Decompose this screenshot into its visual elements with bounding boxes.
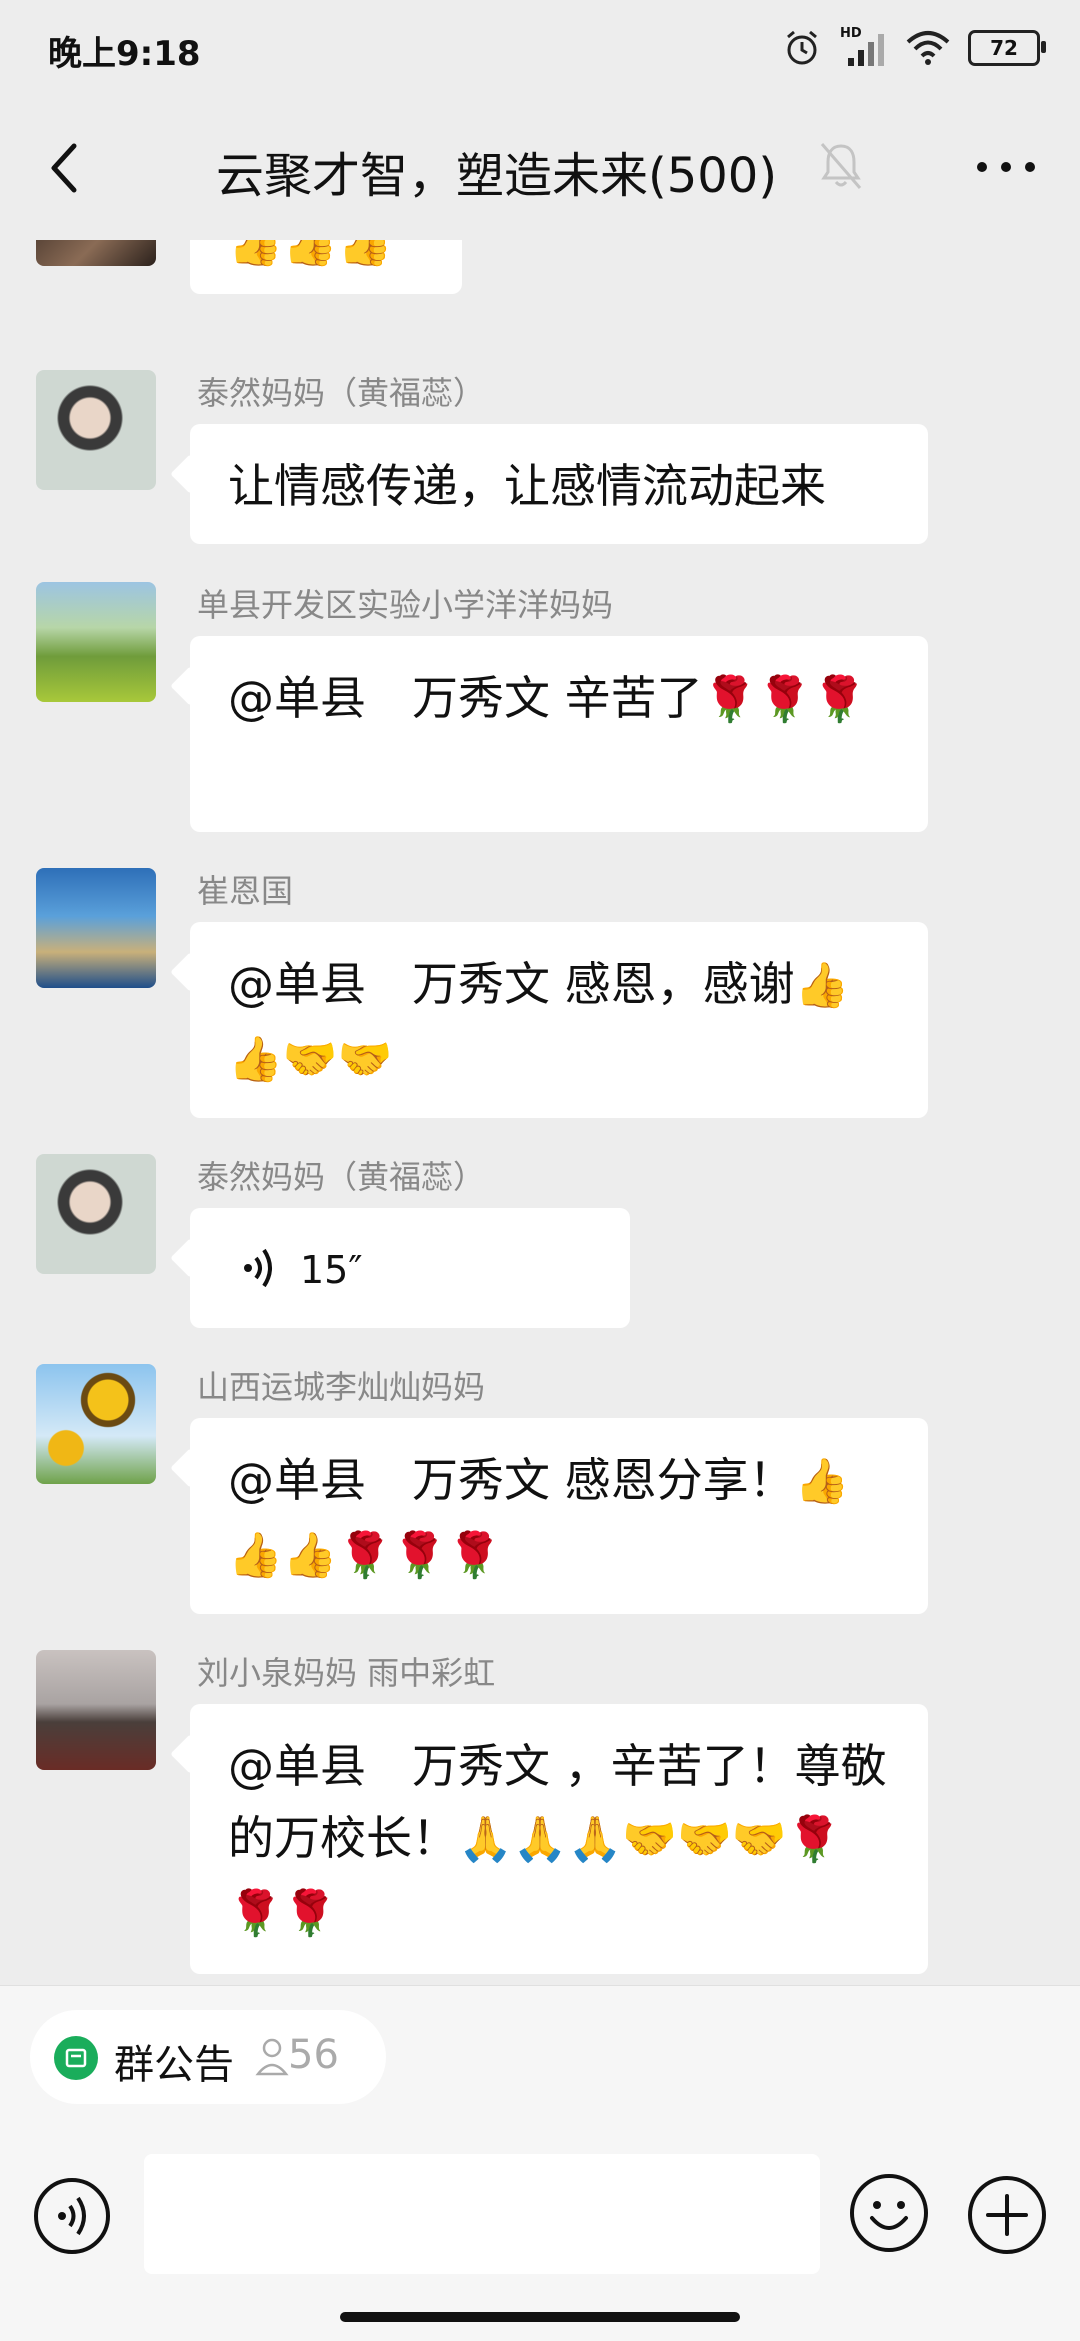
group-notice-button[interactable]: 群公告 56 bbox=[30, 2010, 386, 2104]
status-time: 晚上9:18 bbox=[48, 34, 201, 74]
sender-name: 崔恩国 bbox=[197, 872, 294, 910]
message-bubble[interactable]: 让情感传递，让感情流动起来 bbox=[190, 424, 928, 544]
avatar[interactable] bbox=[36, 240, 156, 266]
wifi-icon bbox=[906, 31, 950, 65]
message-text: @单县 万秀文 辛苦了 bbox=[228, 671, 703, 725]
avatar[interactable] bbox=[36, 1650, 156, 1770]
avatar[interactable] bbox=[36, 370, 156, 490]
message-bubble[interactable]: 👍👍👍 bbox=[190, 240, 462, 294]
message-text: @单县 万秀文 感恩，感谢 bbox=[228, 957, 795, 1011]
message-bubble[interactable]: @单县 万秀文 感恩分享！👍👍👍🌹🌹🌹 bbox=[190, 1418, 928, 1614]
mute-bell-icon bbox=[820, 143, 862, 189]
back-arrow-icon[interactable] bbox=[36, 136, 96, 200]
message-bubble[interactable]: @单县 万秀文 辛苦了🌹🌹🌹 bbox=[190, 636, 928, 832]
voice-message-bubble[interactable]: 15″ bbox=[190, 1208, 630, 1328]
voice-wave-icon bbox=[244, 1248, 272, 1288]
emoji-picker-icon[interactable] bbox=[848, 2172, 930, 2254]
sender-name: 单县开发区实验小学洋洋妈妈 bbox=[197, 586, 614, 624]
voice-duration: 15″ bbox=[300, 1248, 363, 1292]
message-text: 让情感传递，让感情流动起来 bbox=[228, 459, 826, 513]
avatar[interactable] bbox=[36, 1154, 156, 1274]
member-count: 56 bbox=[288, 2032, 339, 2078]
message-bubble[interactable]: @单县 万秀文 感恩，感谢👍👍🤝🤝 bbox=[190, 922, 928, 1118]
battery-indicator: 72 bbox=[968, 30, 1046, 66]
person-icon bbox=[255, 2038, 289, 2076]
home-indicator[interactable] bbox=[340, 2312, 740, 2322]
chat-title: 云聚才智，塑造未来(500) bbox=[216, 148, 778, 204]
signal-icon: HD bbox=[840, 26, 888, 68]
avatar[interactable] bbox=[36, 1364, 156, 1484]
add-attachment-icon[interactable] bbox=[966, 2174, 1048, 2256]
sender-name: 泰然妈妈（黄福蕊） bbox=[197, 374, 486, 412]
avatar[interactable] bbox=[36, 582, 156, 702]
avatar[interactable] bbox=[36, 868, 156, 988]
chat-footer: 群公告 56 bbox=[0, 1985, 1080, 2341]
voice-input-icon[interactable] bbox=[32, 2176, 112, 2256]
sender-name: 山西运城李灿灿妈妈 bbox=[197, 1368, 486, 1406]
message-emoji: 👍👍👍 bbox=[228, 240, 393, 269]
status-bar: 晚上9:18 HD 72 bbox=[0, 0, 1080, 96]
message-bubble[interactable]: @单县 万秀文 ，辛苦了！尊敬的万校长！🙏🙏🙏🤝🤝🤝🌹🌹🌹 bbox=[190, 1704, 928, 1974]
chat-header: 云聚才智，塑造未来(500) bbox=[0, 96, 1080, 240]
sender-name: 刘小泉妈妈 雨中彩虹 bbox=[197, 1654, 496, 1692]
message-input[interactable] bbox=[144, 2154, 820, 2274]
sender-name: 泰然妈妈（黄福蕊） bbox=[197, 1158, 486, 1196]
message-emoji: 🌹🌹🌹 bbox=[702, 674, 867, 725]
message-text: @单县 万秀文 感恩分享！ bbox=[228, 1453, 795, 1507]
notice-icon bbox=[54, 2036, 98, 2080]
alarm-icon bbox=[787, 30, 817, 65]
group-notice-label: 群公告 bbox=[114, 2042, 234, 2088]
message-list[interactable]: 👍👍👍 泰然妈妈（黄福蕊） 让情感传递，让感情流动起来 单县开发区实验小学洋洋妈… bbox=[0, 240, 1080, 1985]
more-options-icon[interactable] bbox=[968, 142, 1044, 192]
status-icons: HD 72 bbox=[782, 24, 1046, 72]
